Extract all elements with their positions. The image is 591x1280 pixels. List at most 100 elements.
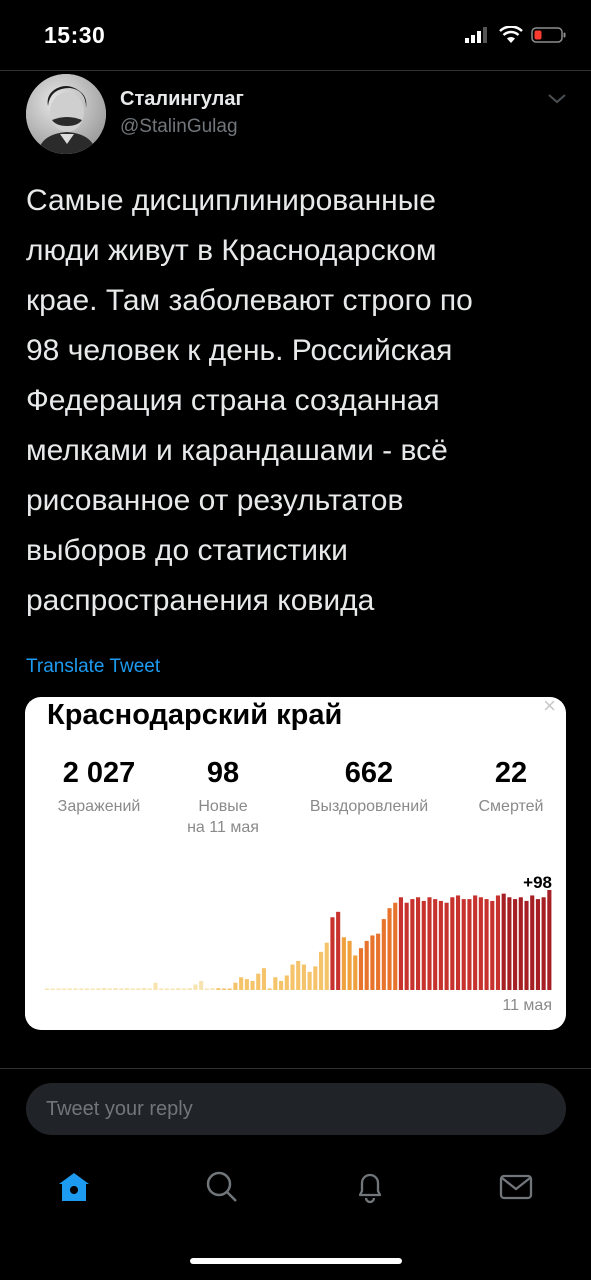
- chart-bar: [45, 988, 50, 990]
- chart-bar: [216, 988, 221, 990]
- reply-placeholder: Tweet your reply: [46, 1098, 193, 1120]
- chart-bar: [455, 895, 461, 990]
- chart-bar: [290, 964, 295, 990]
- chart-bar: [227, 988, 232, 990]
- nav-messages[interactable]: [496, 1167, 536, 1207]
- chart-bar: [393, 902, 398, 990]
- chart-bar: [181, 988, 187, 990]
- chart-bar: [444, 902, 449, 990]
- chart-bar: [233, 982, 238, 990]
- chart-bar: [90, 988, 95, 990]
- chevron-down-icon[interactable]: [547, 92, 567, 110]
- chart-bar: [438, 900, 443, 990]
- chart-bar: [404, 902, 409, 990]
- tweet-text: Самые дисциплинированные люди живут в Кр…: [26, 184, 473, 617]
- chart-bar: [324, 942, 329, 990]
- avatar[interactable]: [26, 74, 106, 154]
- chart-bar: [142, 988, 147, 990]
- status-bar: 15:30: [0, 0, 591, 70]
- chart-bar: [513, 899, 518, 990]
- chart-bar: [507, 897, 512, 990]
- media-card[interactable]: Краснодарский край × 2 027 Заражений 98 …: [25, 697, 566, 1030]
- chart-bar: [318, 951, 324, 990]
- chart-bar: [478, 897, 483, 990]
- chart-bar: [416, 897, 421, 990]
- chart-bar: [501, 893, 506, 990]
- nav-search[interactable]: [202, 1167, 242, 1207]
- chart-bar: [239, 977, 244, 990]
- chart-bar: [119, 988, 124, 990]
- chart-bar: [410, 899, 415, 990]
- reply-input[interactable]: Tweet your reply: [26, 1083, 566, 1135]
- author-name[interactable]: Сталингулаг: [120, 88, 244, 111]
- chart-bar: [56, 988, 61, 990]
- bell-icon: [358, 1173, 382, 1204]
- chart-bar: [279, 980, 284, 990]
- chart-bar: [102, 988, 107, 990]
- chart-bar: [530, 895, 535, 990]
- chart-bar: [107, 988, 112, 990]
- chart-bar: [461, 899, 466, 990]
- chart-bar: [524, 900, 529, 990]
- chart-bar: [204, 988, 209, 990]
- chart-bar: [210, 988, 215, 990]
- chart-bar: [250, 980, 255, 990]
- chart-bar: [284, 975, 289, 990]
- avatar-portrait: [26, 74, 106, 154]
- chart-bar: [164, 988, 169, 990]
- chart-bar: [376, 933, 381, 990]
- chart-bar: [273, 977, 278, 990]
- chart-bar: [450, 897, 455, 990]
- chart-bar: [147, 988, 152, 990]
- chart-bar: [547, 890, 552, 990]
- chart-bar: [336, 911, 341, 990]
- header-divider: [0, 70, 591, 71]
- chart-bar: [267, 988, 272, 990]
- chart-bar: [113, 988, 118, 990]
- chart-bar: [176, 988, 181, 990]
- chart-bar: [159, 988, 164, 990]
- wifi-icon: [499, 26, 523, 43]
- cases-bar-chart: [45, 890, 552, 990]
- chart-bar: [221, 988, 227, 990]
- chart-bar: [484, 899, 489, 990]
- chart-bar: [50, 988, 55, 990]
- chart-bar: [364, 940, 369, 990]
- status-icons: [465, 26, 567, 44]
- chart-bar: [124, 988, 130, 990]
- translate-tweet-link[interactable]: Translate Tweet: [26, 656, 160, 678]
- battery-icon: [531, 27, 566, 43]
- chart-bar: [370, 935, 375, 990]
- chart-bar: [473, 895, 478, 990]
- chart-bar: [353, 955, 358, 990]
- chart-bar: [256, 973, 261, 990]
- chart-bar: [467, 899, 472, 990]
- signal-icon: [465, 27, 487, 43]
- chart-bar: [358, 948, 364, 990]
- chart-bar: [261, 968, 267, 990]
- chart-bar: [199, 980, 204, 990]
- nav-notifications[interactable]: [350, 1167, 390, 1207]
- chart-bar: [130, 988, 135, 990]
- chart-bar: [79, 988, 84, 990]
- search-icon: [206, 1171, 237, 1202]
- home-icon: [59, 1173, 89, 1201]
- author-handle[interactable]: @StalinGulag: [120, 116, 238, 138]
- reply-divider: [0, 1068, 591, 1069]
- chart-bar: [307, 971, 312, 990]
- chart-bar: [73, 988, 78, 990]
- chart-bar: [170, 988, 175, 990]
- nav-home[interactable]: [54, 1167, 94, 1207]
- chart-bar: [427, 897, 432, 990]
- chart-bar: [381, 919, 386, 990]
- home-indicator: [190, 1258, 402, 1264]
- status-time: 15:30: [44, 22, 106, 48]
- chart-bar: [421, 900, 426, 990]
- chart-bar: [62, 988, 67, 990]
- chart-bar: [347, 940, 352, 990]
- mail-icon: [499, 1174, 533, 1200]
- chart-bar: [535, 899, 540, 990]
- chart-bar: [187, 988, 192, 990]
- chart-bar: [96, 988, 101, 990]
- chart-bar: [313, 966, 318, 990]
